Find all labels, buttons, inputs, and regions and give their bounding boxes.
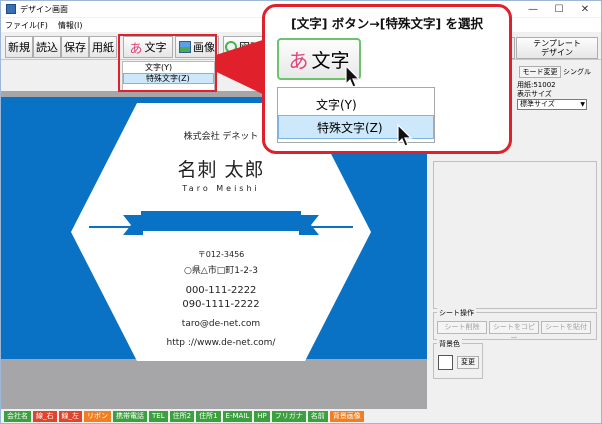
field-buttons-bar: 会社名 線_右 線_左 リボン 携帯電話 TEL 住所2 住所1 E-MAIL HP フリガナ 名前背… [1,409,601,423]
sheet-copy-button[interactable]: シートをコピー [489,321,539,342]
paper-button[interactable]: 用紙 [89,36,117,58]
display-size-value: 標準サイズ [520,100,555,108]
mouse-cursor-icon [397,124,413,147]
maximize-button[interactable]: ☐ [547,1,571,17]
field-button[interactable]: リボン [84,410,111,422]
menu-info[interactable]: 情報(I) [58,20,83,31]
callout-title: [文字] ボタン→[特殊文字] を選択 [290,16,484,31]
hiragana-a-icon: あ [288,48,309,73]
callout-text-button-label: 文字 [311,49,350,72]
callout-panel: [文字] ボタン→[特殊文字] を選択 あ 文字 文字(Y) 特殊文字(Z) [262,4,512,154]
background-change-button[interactable]: 変更 [457,356,479,369]
ribbon[interactable] [141,211,301,231]
field-button[interactable]: 会社名 [4,410,31,422]
field-button[interactable]: 住所1 [196,410,221,422]
field-button[interactable]: 名前 [307,410,328,422]
card-mobile[interactable]: 090-1111-2222 [71,299,371,310]
card-url[interactable]: http ://www.de-net.com/ [71,338,371,348]
minimize-button[interactable]: — [521,1,545,17]
mode-value: シングル [563,68,591,76]
field-button[interactable]: HP [254,410,270,422]
window-title: デザイン画面 [20,4,68,14]
field-button[interactable]: 携帯電話 [113,410,147,422]
display-size-label: 表示サイズ [517,90,552,98]
field-button[interactable]: 住所2 [169,410,195,422]
mode-change-button[interactable]: モード変更 [519,66,561,78]
app-icon [6,4,16,14]
card-tel[interactable]: 000-111-2222 [71,285,371,296]
card-address[interactable]: ○県△市□町1-2-3 [71,263,371,276]
highlight-box [118,34,217,92]
field-button[interactable]: 背景画像 [329,410,364,422]
card-name[interactable]: 名刺 太郎 [71,155,371,182]
open-button[interactable]: 読込 [33,36,61,58]
sheet-paste-button[interactable]: シートを貼付 [541,321,591,334]
field-button[interactable]: 線_右 [33,410,57,422]
background-color-label: 背景色 [437,339,462,349]
new-button[interactable]: 新規 [5,36,33,58]
template-label-2: デザイン [541,48,573,57]
field-button[interactable]: TEL [149,410,168,422]
template-label-1: テンプレート [533,39,581,48]
save-button[interactable]: 保存 [61,36,89,58]
close-button[interactable]: ✕ [573,1,597,17]
display-size-select[interactable]: 標準サイズ ▼ [517,99,587,110]
template-design-button[interactable]: テンプレート デザイン [516,37,598,59]
background-color-swatch [438,355,453,370]
sheet-list[interactable] [433,161,597,309]
mouse-cursor-icon [345,65,361,88]
callout-item-text: 文字(Y) [316,97,357,112]
dropdown-arrow-icon: ▼ [580,101,585,108]
sheet-delete-button[interactable]: シート削除 [437,321,487,334]
sheet-operations-label: シート操作 [437,308,476,318]
menu-file[interactable]: ファイル(F) [5,20,48,31]
field-button[interactable]: E-MAIL [222,410,253,422]
card-email[interactable]: taro@de-net.com [71,319,371,329]
card-zip[interactable]: 〒012-3456 [71,249,371,260]
card-furigana[interactable]: Taro Meishi [71,184,371,193]
field-button[interactable]: フリガナ [271,410,306,422]
field-button[interactable]: 線_左 [58,410,82,422]
